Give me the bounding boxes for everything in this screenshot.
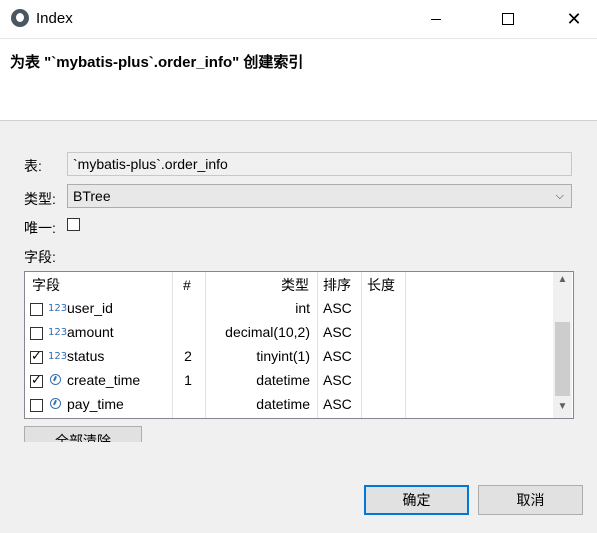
cell-order: 1 [184, 372, 192, 388]
row-checkbox[interactable] [30, 348, 43, 364]
clock-icon [50, 398, 61, 409]
numeric-icon: 123 [48, 351, 68, 362]
row-checkbox[interactable] [30, 372, 43, 388]
scrollbar-thumb[interactable] [555, 322, 570, 396]
close-icon: ✕ [566, 9, 582, 29]
clear-all-button-wrapper: 全部清除 [24, 426, 142, 442]
column-header-field[interactable]: 字段 [32, 272, 60, 298]
cell-sort: ASC [323, 372, 352, 388]
numeric-icon: 123 [48, 303, 68, 314]
table-row[interactable]: pay_time datetime ASC [25, 394, 553, 418]
cell-sort: ASC [323, 300, 352, 316]
ok-label: 确定 [402, 492, 431, 508]
maximize-button[interactable] [485, 0, 531, 38]
cell-sort: ASC [323, 396, 352, 412]
cell-type: int [295, 300, 310, 316]
cell-name: amount [67, 324, 114, 340]
window-title: Index [36, 10, 73, 27]
table-row[interactable]: 123status 2 tinyint(1) ASC [25, 346, 553, 370]
minimize-button[interactable] [413, 0, 459, 38]
column-header-length[interactable]: 长度 [367, 272, 395, 298]
chevron-down-icon: ⌵ [555, 190, 564, 202]
type-value: BTree [73, 188, 111, 204]
table-value: `mybatis-plus`.order_info [73, 156, 228, 172]
unique-checkbox[interactable] [67, 218, 80, 231]
close-button[interactable]: ✕ [551, 0, 597, 38]
row-checkbox[interactable] [30, 399, 43, 412]
clear-all-label: 全部清除 [55, 433, 111, 442]
cell-name: status [67, 348, 105, 364]
cancel-label: 取消 [516, 492, 545, 508]
table-row[interactable]: create_time 1 datetime ASC [25, 370, 553, 394]
minimize-icon [431, 18, 441, 20]
fields-label: 字段: [24, 249, 56, 265]
app-icon [11, 9, 29, 27]
cell-sort: ASC [323, 324, 352, 340]
cell-type: decimal(10,2) [225, 324, 310, 340]
row-checkbox[interactable] [30, 327, 43, 340]
column-header-order[interactable]: # [183, 272, 191, 298]
cell-type: tinyint(1) [256, 348, 310, 364]
dialog-title: 为表 "`mybatis-plus`.order_info" 创建索引 [10, 54, 304, 71]
table-row[interactable]: 123 user_id int ASC [25, 298, 553, 322]
fields-table: 字段 # 类型 排序 长度 123 user_id int ASC 123 amount d… [24, 271, 574, 419]
column-header-sort[interactable]: 排序 [323, 272, 351, 298]
cell-order: 2 [184, 348, 192, 364]
cell-type: datetime [256, 372, 310, 388]
clear-all-button[interactable]: 全部清除 [24, 426, 142, 442]
scroll-down-icon[interactable]: ▼ [553, 401, 572, 412]
cell-name: pay_time [67, 396, 124, 412]
title-bar: Index ✕ [0, 0, 597, 39]
type-label: 类型: [24, 191, 56, 207]
cell-name: create_time [67, 372, 141, 388]
vertical-scrollbar[interactable]: ▲ ▼ [553, 272, 572, 418]
table-row[interactable]: 123 amount decimal(10,2) ASC [25, 322, 553, 346]
cell-sort: ASC [323, 348, 352, 364]
dialog-header: 为表 "`mybatis-plus`.order_info" 创建索引 [0, 39, 597, 121]
scroll-up-icon[interactable]: ▲ [553, 274, 572, 285]
cell-type: datetime [256, 396, 310, 412]
row-checkbox[interactable] [30, 303, 43, 316]
column-header-type[interactable]: 类型 [281, 272, 309, 298]
unique-label: 唯一: [24, 220, 56, 236]
numeric-icon: 123 [48, 327, 68, 338]
cell-name: user_id [67, 300, 113, 316]
table-field: `mybatis-plus`.order_info [67, 152, 572, 176]
ok-button[interactable]: 确定 [364, 485, 469, 515]
type-select[interactable]: BTree ⌵ [67, 184, 572, 208]
cancel-button[interactable]: 取消 [478, 485, 583, 515]
maximize-icon [502, 13, 514, 25]
clock-icon [50, 374, 61, 385]
table-label: 表: [24, 158, 42, 174]
